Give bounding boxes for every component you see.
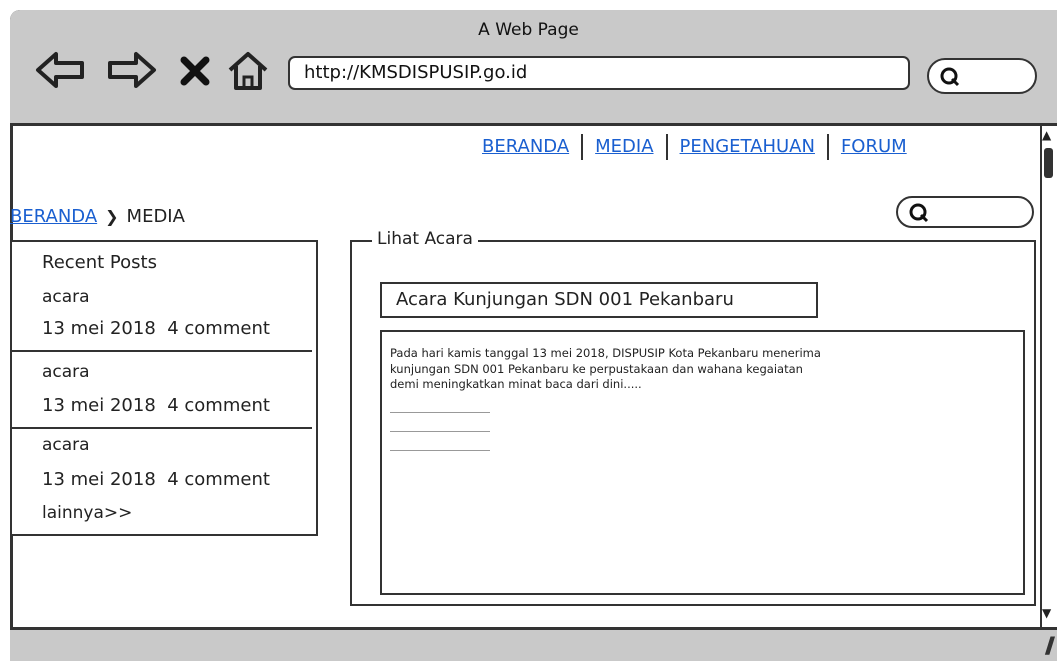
scroll-down-icon[interactable]: ▼ (1042, 606, 1051, 620)
post-divider (12, 350, 312, 352)
placeholder-line (390, 450, 490, 451)
nav-item-forum[interactable]: FORUM (829, 134, 919, 160)
post-date: 13 mei 2018 (42, 395, 156, 416)
scroll-up-icon[interactable]: ▲ (1042, 128, 1051, 142)
post-divider (12, 427, 312, 429)
post-title-link[interactable]: acara (42, 362, 90, 382)
post-title-link[interactable]: acara (42, 287, 90, 307)
breadcrumb-home-link[interactable]: BERANDA (10, 206, 97, 227)
vertical-scrollbar[interactable] (1040, 126, 1057, 627)
chevron-right-icon: ❯ (105, 207, 119, 226)
nav-item-media[interactable]: MEDIA (583, 134, 668, 160)
page-search-box[interactable] (896, 196, 1034, 228)
search-icon (940, 67, 960, 87)
back-arrow-icon[interactable] (34, 50, 86, 90)
post-title-link[interactable]: acara (42, 435, 90, 455)
event-description: Pada hari kamis tanggal 13 mei 2018, DIS… (390, 346, 821, 391)
breadcrumb-current: MEDIA (126, 206, 185, 227)
browser-search-box[interactable] (927, 58, 1037, 94)
search-icon (909, 203, 929, 223)
close-icon[interactable] (178, 54, 212, 88)
post-date: 13 mei 2018 (42, 469, 156, 490)
placeholder-line (390, 431, 490, 432)
forward-arrow-icon[interactable] (106, 50, 158, 90)
post-meta: 13 mei 2018 4 comment (42, 395, 270, 416)
recent-posts-title: Recent Posts (42, 252, 157, 273)
window-title: A Web Page (478, 20, 579, 40)
placeholder-line (390, 412, 490, 413)
home-icon[interactable] (226, 50, 270, 92)
scrollbar-thumb[interactable] (1044, 148, 1053, 178)
post-meta: 13 mei 2018 4 comment (42, 318, 270, 339)
event-title: Acara Kunjungan SDN 001 Pekanbaru (380, 282, 818, 318)
nav-item-pengetahuan[interactable]: PENGETAHUAN (668, 134, 829, 160)
main-nav: BERANDA MEDIA PENGETAHUAN FORUM (470, 132, 919, 162)
post-comment-count[interactable]: 4 comment (167, 395, 270, 416)
post-comment-count[interactable]: 4 comment (167, 318, 270, 339)
post-meta: 13 mei 2018 4 comment (42, 469, 270, 490)
resize-grip-icon[interactable]: // (1045, 634, 1055, 659)
more-posts-link[interactable]: lainnya>> (42, 503, 132, 523)
post-comment-count[interactable]: 4 comment (167, 469, 270, 490)
event-panel-label: Lihat Acara (372, 229, 478, 249)
nav-item-beranda[interactable]: BERANDA (470, 134, 584, 160)
breadcrumb: BERANDA ❯ MEDIA (10, 206, 185, 227)
post-date: 13 mei 2018 (42, 318, 156, 339)
status-bar: // (10, 627, 1057, 661)
address-bar[interactable]: http://KMSDISPUSIP.go.id (288, 56, 910, 90)
recent-posts-panel (10, 240, 318, 536)
